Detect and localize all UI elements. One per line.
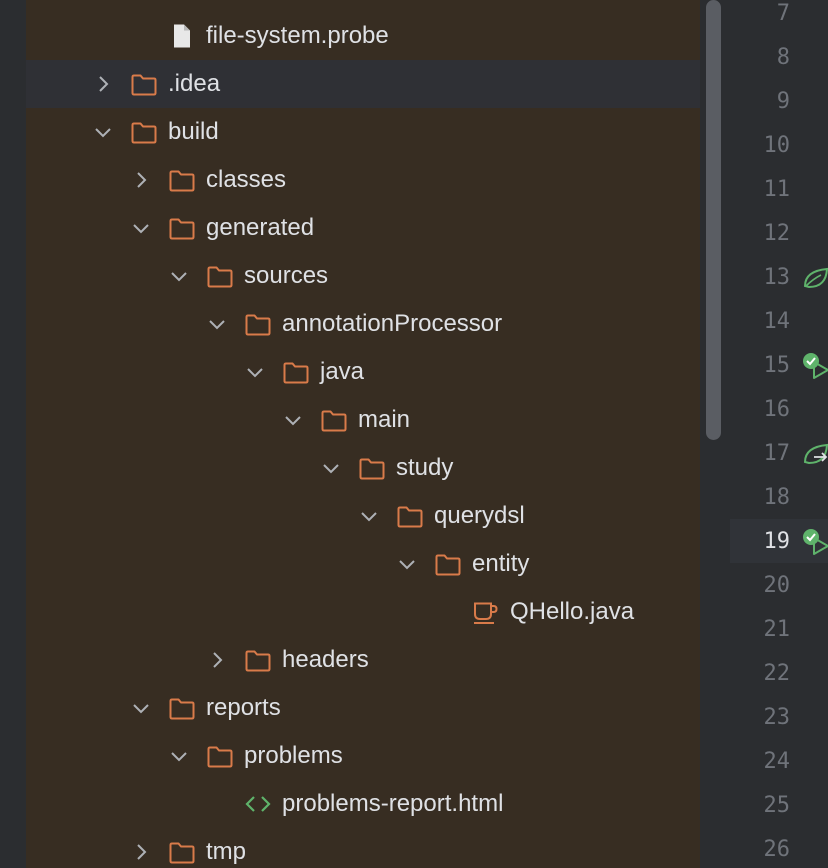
line-number: 24	[763, 749, 791, 774]
tree-row-label: querydsl	[434, 502, 525, 529]
chevron-down-icon[interactable]	[397, 554, 417, 574]
folder-icon	[282, 359, 310, 385]
line-number: 9	[776, 89, 790, 114]
file-icon	[168, 23, 196, 49]
chevron-down-icon[interactable]	[207, 314, 227, 334]
tree-row[interactable]: annotationProcessor	[26, 300, 700, 348]
line-number: 25	[763, 793, 791, 818]
line-number: 23	[763, 705, 791, 730]
ide-window: file-system.probe .idea build classes genera…	[0, 0, 828, 868]
tree-row[interactable]: entity	[26, 540, 700, 588]
chevron-right-icon[interactable]	[207, 650, 227, 670]
folder-icon	[130, 119, 158, 145]
editor-gutter: 7 8 9 10 11 12 13 14 15 16 17 18 19 20 21 22 23 24 25 26	[730, 0, 828, 868]
tree-scrollbar-thumb[interactable]	[706, 0, 721, 440]
tree-scrollbar[interactable]	[700, 0, 730, 868]
tree-row[interactable]: QHello.java	[26, 588, 700, 636]
folder-icon	[206, 743, 234, 769]
folder-icon	[168, 695, 196, 721]
chevron-right-icon[interactable]	[93, 74, 113, 94]
tree-row[interactable]: study	[26, 444, 700, 492]
line-number: 26	[763, 837, 791, 862]
line-number: 21	[763, 617, 791, 642]
chevron-down-icon[interactable]	[131, 698, 151, 718]
tree-row-label: generated	[206, 214, 315, 241]
tree-row[interactable]: headers	[26, 636, 700, 684]
chevron-down-icon[interactable]	[93, 122, 113, 142]
tree-row-label: java	[320, 358, 365, 385]
folder-icon	[358, 455, 386, 481]
tree-row[interactable]: build	[26, 108, 700, 156]
tree-row-label: headers	[282, 646, 369, 673]
folder-icon	[168, 839, 196, 865]
tree-row-label: classes	[206, 166, 287, 193]
tree-row[interactable]: file-system.probe	[26, 12, 700, 60]
java-class-icon	[472, 599, 500, 625]
spring-bean-icon[interactable]	[802, 264, 828, 292]
tree-row-label: .idea	[168, 70, 221, 97]
folder-icon	[434, 551, 462, 577]
project-tree[interactable]: file-system.probe .idea build classes genera…	[26, 0, 700, 868]
tree-row-label: problems-report.html	[282, 790, 504, 817]
chevron-down-icon[interactable]	[169, 746, 189, 766]
folder-icon	[168, 167, 196, 193]
tree-row-label: reports	[206, 694, 281, 721]
chevron-down-icon[interactable]	[359, 506, 379, 526]
tool-window-strip	[0, 0, 26, 868]
tree-row-label: file-system.probe	[206, 22, 389, 49]
tree-row[interactable]: tmp	[26, 828, 700, 868]
folder-icon	[244, 311, 272, 337]
line-number: 12	[763, 221, 791, 246]
line-number: 17	[763, 441, 791, 466]
tree-row-label: entity	[472, 550, 530, 577]
folder-icon	[206, 263, 234, 289]
tree-row[interactable]: sources	[26, 252, 700, 300]
tree-row[interactable]: problems-report.html	[26, 780, 700, 828]
line-number: 18	[763, 485, 791, 510]
run-test-passed-icon[interactable]	[802, 528, 828, 556]
html-file-icon	[244, 791, 272, 817]
line-number: 11	[763, 177, 791, 202]
tree-row-label: problems	[244, 742, 343, 769]
line-number: 10	[763, 133, 791, 158]
tree-row-label: build	[168, 118, 219, 145]
chevron-down-icon[interactable]	[169, 266, 189, 286]
tree-row-label: annotationProcessor	[282, 310, 503, 337]
line-number: 7	[776, 1, 790, 26]
folder-icon	[320, 407, 348, 433]
folder-icon	[244, 647, 272, 673]
chevron-down-icon[interactable]	[131, 218, 151, 238]
tree-row[interactable]: java	[26, 348, 700, 396]
tree-row[interactable]: problems	[26, 732, 700, 780]
tree-row[interactable]: .idea	[26, 60, 700, 108]
folder-icon	[396, 503, 424, 529]
tree-row-label: study	[396, 454, 454, 481]
chevron-down-icon[interactable]	[283, 410, 303, 430]
tree-row[interactable]: generated	[26, 204, 700, 252]
line-number: 13	[763, 265, 791, 290]
chevron-right-icon[interactable]	[131, 842, 151, 862]
spring-bean-navigate-icon[interactable]	[802, 440, 828, 468]
tree-row[interactable]: querydsl	[26, 492, 700, 540]
tree-row-label: tmp	[206, 838, 247, 865]
folder-icon	[168, 215, 196, 241]
folder-icon	[130, 71, 158, 97]
tree-row[interactable]: main	[26, 396, 700, 444]
line-number: 15	[763, 353, 791, 378]
line-number: 16	[763, 397, 791, 422]
line-number: 20	[763, 573, 791, 598]
tree-row-label: sources	[244, 262, 329, 289]
line-number: 19	[763, 529, 791, 554]
line-number: 14	[763, 309, 791, 334]
chevron-down-icon[interactable]	[321, 458, 341, 478]
chevron-down-icon[interactable]	[245, 362, 265, 382]
run-test-passed-icon[interactable]	[802, 352, 828, 380]
tree-row-label: QHello.java	[510, 598, 635, 625]
chevron-right-icon[interactable]	[131, 170, 151, 190]
tree-row[interactable]: reports	[26, 684, 700, 732]
tree-row[interactable]: classes	[26, 156, 700, 204]
tree-row-label: main	[358, 406, 411, 433]
line-number: 8	[776, 45, 790, 70]
line-number: 22	[763, 661, 791, 686]
